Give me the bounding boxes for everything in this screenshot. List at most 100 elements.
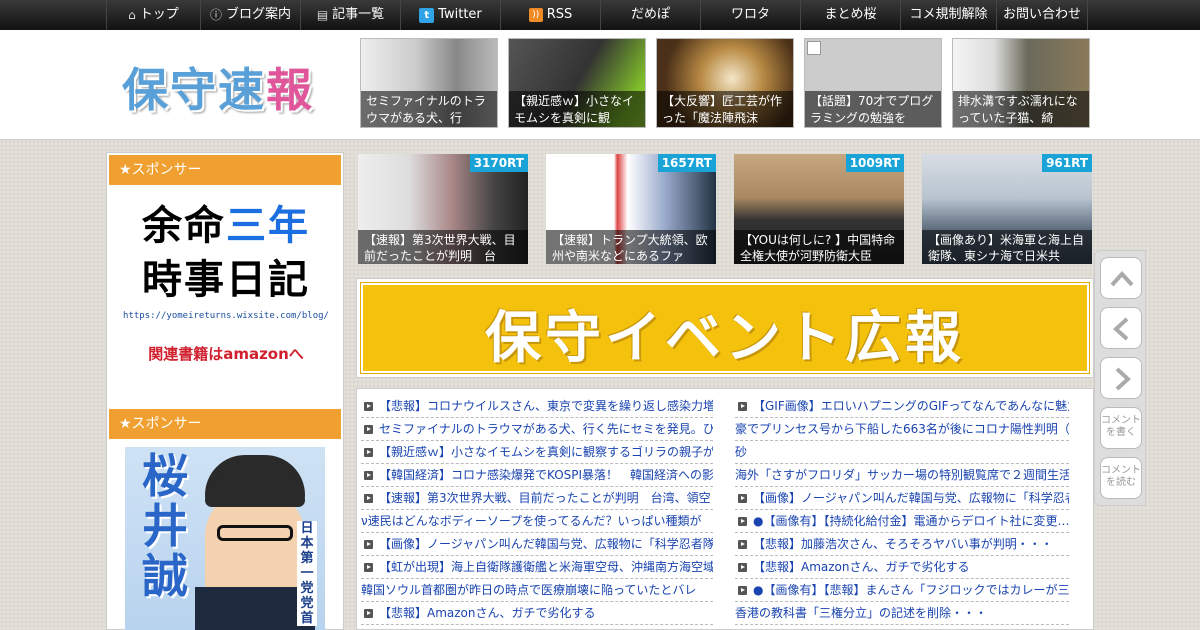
top-nav-items: ⌂ トップ ⓘ ブログ案内 ▤ 記事一覧 t Twitter )) RSS だめ…	[106, 0, 1088, 30]
bullet-arrow-icon	[738, 516, 747, 526]
ad-title-text: 三年	[226, 203, 310, 249]
list-item[interactable]: 【韓国経済】コロナ感染爆発でKOSPI暴落！ 韓国経済への影	[361, 464, 713, 487]
list-item[interactable]: 香港の教科書「三権分立」の記述を削除・・・	[735, 602, 1069, 625]
list-item[interactable]: 【画像】ノージャパン叫んだ韓国与党、広報物に「科学忍者隊	[361, 533, 713, 556]
event-banner[interactable]: 保守イベント広報	[356, 278, 1094, 378]
list-item[interactable]: ●【画像有】【悲報】まんさん「フジロックではカレーが三日で	[735, 579, 1069, 602]
nav-article-list[interactable]: ▤ 記事一覧	[300, 0, 400, 30]
list-item[interactable]: 砂	[735, 441, 1069, 464]
rt-card[interactable]: 1657RT 【速報】トランプ大統領、欧州や南米などにあるファ	[546, 154, 716, 264]
list-item-title: 【韓国経済】コロナ感染爆発でKOSPI暴落！ 韓国経済への影	[379, 468, 713, 482]
list-item[interactable]: ●【画像有】【持続化給付金】電通からデロイト社に変更…契	[735, 510, 1069, 533]
bullet-arrow-icon	[364, 493, 373, 503]
nav-label: ブログ案内	[226, 7, 292, 22]
sponsor-ad-sakurai[interactable]: 桜井誠 日本第一党 党首	[125, 447, 325, 630]
rt-card[interactable]: 961RT 【画像あり】米海軍と海上自衛隊、東シナ海で日米共	[922, 154, 1092, 264]
next-button[interactable]	[1100, 357, 1142, 399]
twitter-icon: t	[419, 7, 435, 23]
list-item-title: 【悲報】Amazonさん、ガチで劣化する	[753, 560, 970, 574]
nav-damepo[interactable]: だめぽ	[600, 0, 700, 30]
scroll-top-button[interactable]	[1100, 257, 1142, 299]
header-thumb[interactable]: 【親近感ｗ】小さなイモムシを真剣に観	[508, 38, 646, 128]
list-item-title: 【GIF画像】エロいハプニングのGIFってなんであんなに魅力的	[753, 399, 1069, 413]
nav-warota[interactable]: ワロタ	[700, 0, 800, 30]
nav-contact[interactable]: お問い合わせ	[996, 0, 1088, 30]
ad-title-line1: 余命三年	[121, 199, 331, 253]
rt-count-badge: 961RT	[1042, 154, 1092, 172]
header-thumb[interactable]: セミファイナルのトラウマがある犬、行	[360, 38, 498, 128]
header-thumb[interactable]: 【大反響】匠工芸が作った「魔法陣飛沫	[656, 38, 794, 128]
nav-label: だめぽ	[630, 7, 670, 22]
header-thumb[interactable]: 排水溝ですぶ濡れになっていた子猫、綺	[952, 38, 1090, 128]
nav-label: ワロタ	[730, 7, 770, 22]
nav-label: 記事一覧	[332, 7, 385, 22]
chevron-right-icon	[1115, 367, 1131, 391]
broken-image-icon	[807, 41, 821, 55]
logo-text: 速	[218, 63, 266, 117]
rt-card[interactable]: 3170RT 【速報】第3次世界大戦、目前だったことが判明 台	[358, 154, 528, 264]
list-item-title: 香港の教科書「三権分立」の記述を削除・・・	[735, 606, 988, 620]
list-item-title: 豪でプリンセス号から下船した663名が後にコロナ陽性判明（海	[735, 422, 1069, 436]
info-icon: ⓘ	[209, 8, 222, 22]
ad-title-text: 余命	[142, 203, 226, 249]
list-item-title: 【悲報】コロナウイルスさん、東京で変異を繰り返し感染力増	[379, 399, 713, 413]
comment-read-button[interactable]: コメントを読む	[1100, 457, 1142, 499]
list-item-title: 【親近感ｗ】小さなイモムシを真剣に観察するゴリラの親子が	[379, 445, 713, 459]
bullet-arrow-icon	[738, 401, 747, 411]
list-item[interactable]: 豪でプリンセス号から下船した663名が後にコロナ陽性判明（海	[735, 418, 1069, 441]
header-thumb[interactable]: 【話題】70才でプログラミングの勉強を	[804, 38, 942, 128]
logo-text: 報	[266, 63, 314, 117]
ad-amazon-link[interactable]: 関連書籍はamazonへ	[121, 343, 331, 364]
prev-button[interactable]	[1100, 307, 1142, 349]
logo-text: 保守	[122, 63, 218, 117]
home-icon: ⌂	[128, 8, 136, 22]
top-nav: ⌂ トップ ⓘ ブログ案内 ▤ 記事一覧 t Twitter )) RSS だめ…	[0, 0, 1200, 30]
list-item[interactable]: 【GIF画像】エロいハプニングのGIFってなんであんなに魅力的	[735, 395, 1069, 418]
sidebar: ★スポンサー 余命三年 時事日記 https://yomeireturns.wi…	[106, 152, 344, 630]
rt-card[interactable]: 1009RT 【YOUは何しに? 】中国特命全権大使が河野防衛大臣	[734, 154, 904, 264]
nav-blog-guide[interactable]: ⓘ ブログ案内	[200, 0, 300, 30]
comment-write-button[interactable]: コメントを書く	[1100, 407, 1142, 449]
rt-count-badge: 1657RT	[657, 154, 716, 172]
nav-top[interactable]: ⌂ トップ	[106, 0, 200, 30]
thumb-caption: 【大反響】匠工芸が作った「魔法陣飛沫	[657, 91, 793, 127]
list-item[interactable]: 【悲報】コロナウイルスさん、東京で変異を繰り返し感染力増	[361, 395, 713, 418]
list-item-title: 【悲報】Amazonさん、ガチで劣化する	[379, 606, 596, 620]
list-item[interactable]: 韓国ソウル首都圏が昨日の時点で医療崩壊に陥っていたとバレ	[361, 579, 713, 602]
list-item[interactable]: 【悲報】加藤浩次さん、そろそろヤバい事が判明・・・	[735, 533, 1069, 556]
chevron-up-icon	[1110, 271, 1134, 287]
list-item[interactable]: 【悲報】Amazonさん、ガチで劣化する	[735, 556, 1069, 579]
thumb-caption: 排水溝ですぶ濡れになっていた子猫、綺	[953, 91, 1089, 127]
bullet-arrow-icon	[364, 470, 373, 480]
list-item[interactable]: 【悲報】Amazonさん、ガチで劣化する	[361, 602, 713, 625]
nav-matome-sakura[interactable]: まとめ桜	[800, 0, 900, 30]
bullet-arrow-icon	[364, 562, 373, 572]
scroll-tool-panel: コメントを書く コメントを読む	[1094, 250, 1146, 506]
ad-candidate-name: 桜井誠	[142, 449, 188, 603]
article-list-left: 【悲報】コロナウイルスさん、東京で変異を繰り返し感染力増セミファイナルのトラウマ…	[361, 395, 713, 625]
list-item[interactable]: 【画像】ノージャパン叫んだ韓国与党、広報物に「科学忍者隊	[735, 487, 1069, 510]
nav-label: RSS	[546, 7, 573, 22]
article-lists: 【悲報】コロナウイルスさん、東京で変異を繰り返し感染力増セミファイナルのトラウマ…	[356, 388, 1094, 630]
nav-label: Twitter	[438, 7, 482, 22]
portrait-hair	[205, 467, 305, 507]
list-item[interactable]: セミファイナルのトラウマがある犬、行く先にセミを発見。ひ	[361, 418, 713, 441]
nav-rss[interactable]: )) RSS	[500, 0, 600, 30]
rt-count-badge: 3170RT	[469, 154, 528, 172]
nav-twitter[interactable]: t Twitter	[400, 0, 500, 30]
bullet-arrow-icon	[364, 424, 373, 434]
rss-icon: ))	[528, 8, 543, 22]
list-item[interactable]: 海外「さすがフロリダ」サッカー場の特別観覧席で２週間生活	[735, 464, 1069, 487]
bullet-arrow-icon	[738, 562, 747, 572]
list-item[interactable]: 【速報】第3次世界大戦、目前だったことが判明 台湾、領空	[361, 487, 713, 510]
list-item-title: 【画像】ノージャパン叫んだ韓国与党、広報物に「科学忍者隊	[753, 491, 1069, 505]
list-item[interactable]: 【親近感ｗ】小さなイモムシを真剣に観察するゴリラの親子が	[361, 441, 713, 464]
list-item[interactable]: ν速民はどんなボディーソープを使ってるんだ？いっぱい種類が	[361, 510, 713, 533]
list-item[interactable]: 【虹が出現】海上自衛隊護衛艦と米海軍空母、沖縄南方海空域	[361, 556, 713, 579]
thumb-caption: 【親近感ｗ】小さなイモムシを真剣に観	[509, 91, 645, 127]
nav-comment-unblock[interactable]: コメ規制解除	[900, 0, 996, 30]
sponsor-heading: ★スポンサー	[109, 155, 341, 185]
sponsor-ad-yomei[interactable]: 余命三年 時事日記 https://yomeireturns.wixsite.c…	[121, 199, 331, 364]
bullet-arrow-icon	[364, 401, 373, 411]
site-logo[interactable]: 保守速報	[122, 54, 314, 120]
